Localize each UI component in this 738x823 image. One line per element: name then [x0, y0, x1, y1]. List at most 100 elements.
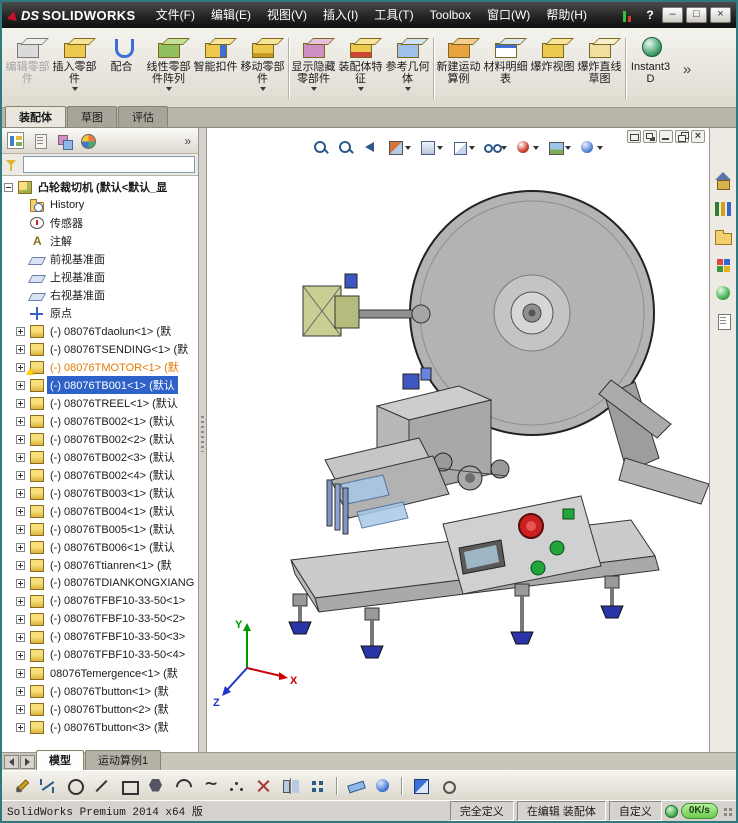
- doc-tile-icon[interactable]: [643, 130, 657, 143]
- tab-motion-study-1[interactable]: 运动算例1: [85, 750, 162, 770]
- circle-icon[interactable]: [66, 777, 84, 795]
- trim-entities-icon[interactable]: [255, 777, 273, 795]
- custom-properties-icon[interactable]: [714, 312, 733, 331]
- point-icon[interactable]: [228, 777, 246, 795]
- menu-item[interactable]: 视图(V): [259, 2, 315, 28]
- solidworks-resources-icon[interactable]: [714, 172, 733, 191]
- minimize-button[interactable]: –: [662, 7, 683, 23]
- expand-toggle-icon[interactable]: [4, 182, 13, 192]
- measure-icon[interactable]: [347, 777, 365, 795]
- display-style-icon[interactable]: [451, 139, 476, 156]
- expand-toggle-icon[interactable]: [16, 686, 25, 696]
- mass-properties-icon[interactable]: [374, 777, 392, 795]
- tree-item[interactable]: (-) 08076TFBF10-33-50<3>: [2, 628, 198, 646]
- tab-assembly[interactable]: 装配体: [5, 106, 66, 127]
- graphics-area[interactable]: Y X Z: [207, 128, 709, 752]
- tree-item[interactable]: (-) 08076TB002<4> (默认: [2, 466, 198, 484]
- tree-item[interactable]: (-) 08076Ttianren<1> (默: [2, 556, 198, 574]
- menu-item[interactable]: 插入(I): [315, 2, 366, 28]
- expand-toggle-icon[interactable]: [16, 614, 25, 624]
- spline-icon[interactable]: [201, 775, 219, 795]
- expand-toggle-icon[interactable]: [16, 632, 25, 642]
- line-icon[interactable]: [93, 777, 111, 795]
- menu-item[interactable]: 工具(T): [366, 2, 421, 28]
- smart-fasteners-button[interactable]: 智能扣件: [192, 30, 239, 107]
- displaymanager-tab-icon[interactable]: [79, 132, 96, 149]
- apply-scene-icon[interactable]: [547, 139, 572, 156]
- expand-toggle-icon[interactable]: [16, 722, 25, 732]
- tree-item[interactable]: 注解: [2, 232, 198, 250]
- edit-component-button[interactable]: 编辑零部件: [4, 30, 51, 107]
- tree-item[interactable]: (-) 08076TB005<1> (默认: [2, 520, 198, 538]
- view-palette-icon[interactable]: [714, 256, 733, 275]
- expand-toggle-icon[interactable]: [16, 416, 25, 426]
- expand-toggle-icon[interactable]: [16, 326, 25, 336]
- edit-appearance-icon[interactable]: [515, 139, 540, 156]
- toolbar-separator[interactable]: [401, 776, 403, 795]
- tree-item[interactable]: (-) 08076TSENDING<1> (默: [2, 340, 198, 358]
- doc-close-icon[interactable]: [691, 130, 705, 143]
- tree-item[interactable]: 凸轮裁切机 (默认<默认_显: [2, 178, 198, 196]
- tree-item[interactable]: (-) 08076TB004<1> (默认: [2, 502, 198, 520]
- status-customize-menu[interactable]: 自定义: [608, 801, 662, 821]
- tree-item[interactable]: (-) 08076TFBF10-33-50<4>: [2, 646, 198, 664]
- menu-item[interactable]: 帮助(H): [538, 2, 595, 28]
- linear-component-pattern-button[interactable]: 线性零部件阵列: [145, 30, 192, 107]
- propertymanager-tab-icon[interactable]: [31, 132, 48, 149]
- tree-item[interactable]: 原点: [2, 304, 198, 322]
- smart-dimension-icon[interactable]: [39, 777, 57, 795]
- rectangle-icon[interactable]: [120, 777, 139, 795]
- doc-minimize-icon[interactable]: [659, 130, 673, 143]
- expand-toggle-icon[interactable]: [16, 704, 25, 714]
- doc-restore-icon[interactable]: [675, 130, 689, 143]
- tree-item[interactable]: (-) 08076TFBF10-33-50<2>: [2, 610, 198, 628]
- status-fully-defined[interactable]: 完全定义: [449, 801, 514, 821]
- tree-item[interactable]: (-) 08076TB002<1> (默认: [2, 412, 198, 430]
- show-hidden-components-button[interactable]: 显示隐藏零部件: [290, 30, 337, 107]
- tree-item[interactable]: 前视基准面: [2, 250, 198, 268]
- tab-scroll-left-button[interactable]: [4, 755, 19, 769]
- panel-overflow-chevron[interactable]: »: [182, 134, 193, 148]
- expand-toggle-icon[interactable]: [16, 452, 25, 462]
- toolbar-separator[interactable]: [336, 776, 338, 795]
- file-explorer-icon[interactable]: [714, 228, 733, 247]
- linear-sketch-pattern-icon[interactable]: [309, 777, 327, 795]
- appearances-scenes-icon[interactable]: [714, 284, 733, 303]
- tree-item[interactable]: 08076Temergence<1> (默: [2, 664, 198, 682]
- expand-toggle-icon[interactable]: [16, 542, 25, 552]
- tree-item[interactable]: (-) 08076TB006<1> (默认: [2, 538, 198, 556]
- expand-toggle-icon[interactable]: [16, 398, 25, 408]
- new-motion-study-button[interactable]: 新建运动算例: [435, 30, 482, 107]
- featuremanager-tree-tab-icon[interactable]: [7, 132, 24, 149]
- polygon-icon[interactable]: [147, 777, 165, 795]
- previous-view-icon[interactable]: [362, 139, 380, 156]
- close-button[interactable]: ×: [710, 7, 731, 23]
- expand-toggle-icon[interactable]: [16, 524, 25, 534]
- tree-item[interactable]: (-) 08076TDIANKONGXIANG: [2, 574, 198, 592]
- assembly-features-button[interactable]: 装配体特征: [337, 30, 384, 107]
- zoom-area-icon[interactable]: [337, 139, 355, 156]
- expand-toggle-icon[interactable]: [16, 560, 25, 570]
- tree-item[interactable]: (-) 08076Tbutton<1> (默: [2, 682, 198, 700]
- tab-sketch[interactable]: 草图: [67, 106, 117, 127]
- mate-button[interactable]: 配合: [98, 30, 145, 107]
- menu-item[interactable]: 窗口(W): [479, 2, 538, 28]
- expand-toggle-icon[interactable]: [16, 668, 25, 678]
- expand-toggle-icon[interactable]: [16, 434, 25, 444]
- section-properties-icon[interactable]: [412, 777, 430, 795]
- tab-scroll-right-button[interactable]: [20, 755, 35, 769]
- instant3d-button[interactable]: Instant3D: [627, 30, 674, 107]
- expand-toggle-icon[interactable]: [16, 596, 25, 606]
- tree-item[interactable]: (-) 08076Tdaolun<1> (默: [2, 322, 198, 340]
- move-component-button[interactable]: 移动零部件: [239, 30, 289, 107]
- status-editing-assembly[interactable]: 在编辑 装配体: [516, 801, 606, 821]
- tree-item[interactable]: (-) 08076TB002<2> (默认: [2, 430, 198, 448]
- filter-funnel-icon[interactable]: [5, 158, 19, 172]
- tree-item[interactable]: (-) 08076TB002<3> (默认: [2, 448, 198, 466]
- options-icon[interactable]: [439, 777, 457, 795]
- tree-item[interactable]: History: [2, 196, 198, 214]
- tree-item[interactable]: (-) 08076Tbutton<2> (默: [2, 700, 198, 718]
- expand-toggle-icon[interactable]: [16, 488, 25, 498]
- tree-item[interactable]: (-) 08076TB003<1> (默认: [2, 484, 198, 502]
- tab-evaluate[interactable]: 评估: [118, 106, 168, 127]
